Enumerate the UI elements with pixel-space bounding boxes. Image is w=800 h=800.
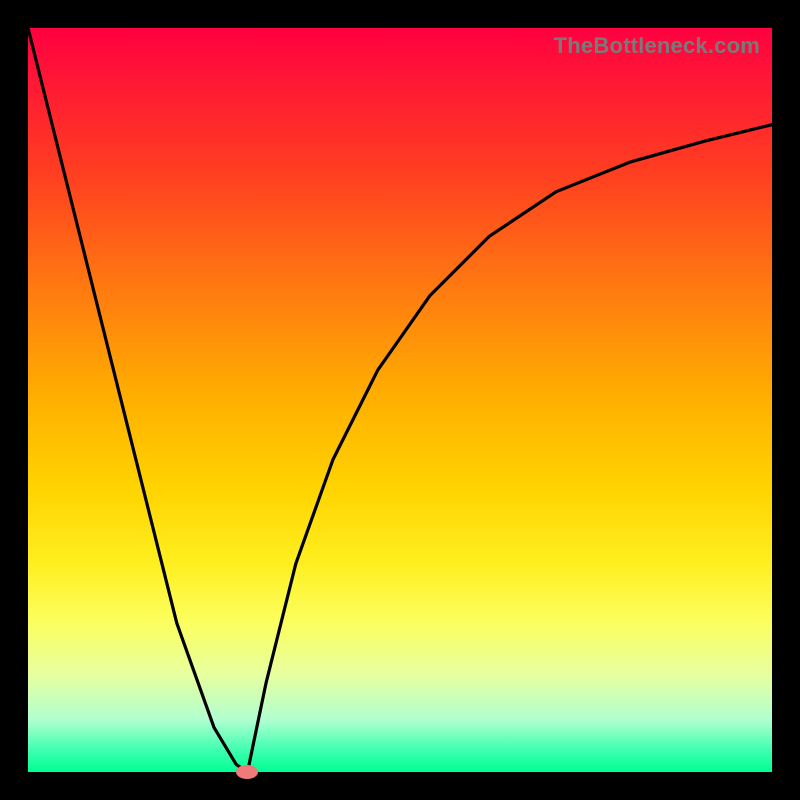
- series-right-branch: [248, 125, 773, 772]
- chart-canvas: TheBottleneck.com: [0, 0, 800, 800]
- series-left-branch: [28, 28, 248, 772]
- plot-area: TheBottleneck.com: [28, 28, 772, 772]
- curve-layer: [28, 28, 772, 772]
- minimum-marker: [236, 765, 258, 779]
